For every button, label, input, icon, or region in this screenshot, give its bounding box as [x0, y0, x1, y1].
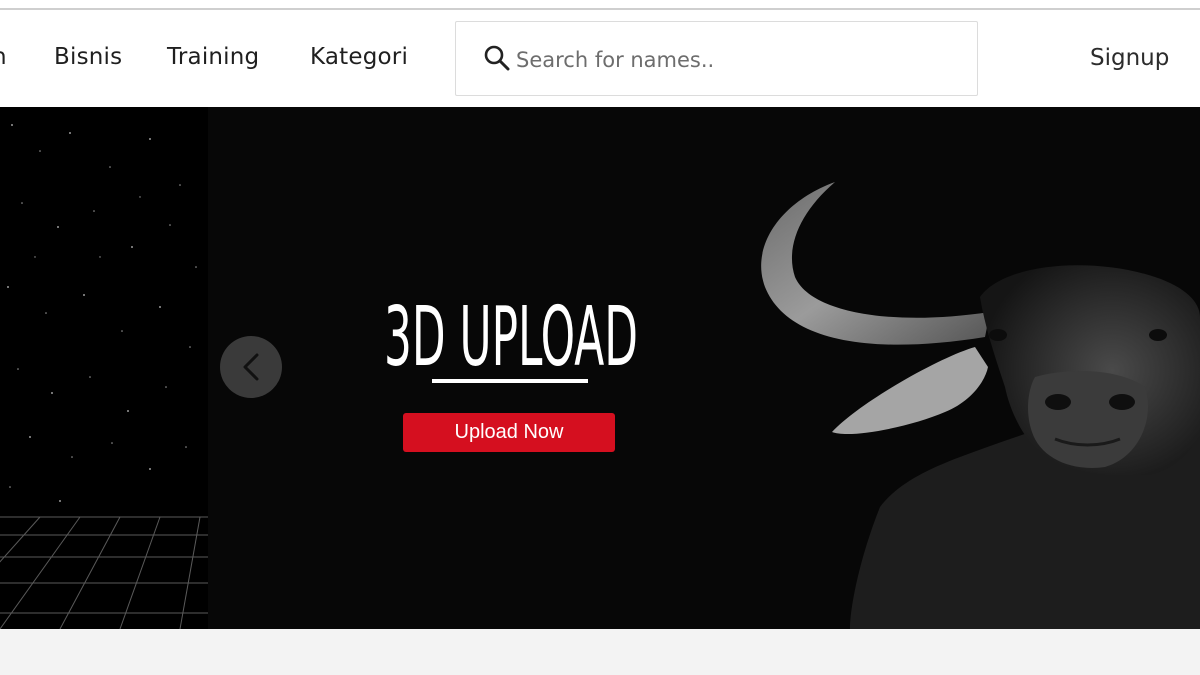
- chevron-left-icon: [243, 353, 259, 381]
- top-navbar: n Bisnis Training Kategori Signup: [0, 10, 1200, 107]
- starfield-grid-graphic: [0, 124, 208, 629]
- page-background-strip: [0, 629, 1200, 675]
- hero-banner: 3D UPLOAD Upload Now: [0, 107, 1200, 629]
- nav-item-bisnis[interactable]: Bisnis: [54, 44, 122, 70]
- hero-title: 3D UPLOAD: [384, 290, 638, 375]
- nav-item-kategori[interactable]: Kategori: [310, 44, 408, 70]
- signup-link[interactable]: Signup: [1090, 45, 1169, 71]
- previous-slide-preview: [0, 107, 208, 629]
- title-underline: [432, 379, 588, 383]
- water-buffalo-image: [761, 182, 1200, 629]
- top-border: [0, 0, 1200, 10]
- nav-item-training[interactable]: Training: [167, 44, 259, 70]
- search-icon[interactable]: [483, 44, 511, 72]
- upload-now-button[interactable]: Upload Now: [403, 413, 615, 452]
- search-input[interactable]: [516, 42, 956, 78]
- svg-text:3D UPLOAD: 3D UPLOAD: [384, 290, 638, 375]
- nav-item-clipped[interactable]: n: [0, 44, 7, 70]
- carousel-prev-button[interactable]: [220, 336, 282, 398]
- search-box: [455, 21, 978, 96]
